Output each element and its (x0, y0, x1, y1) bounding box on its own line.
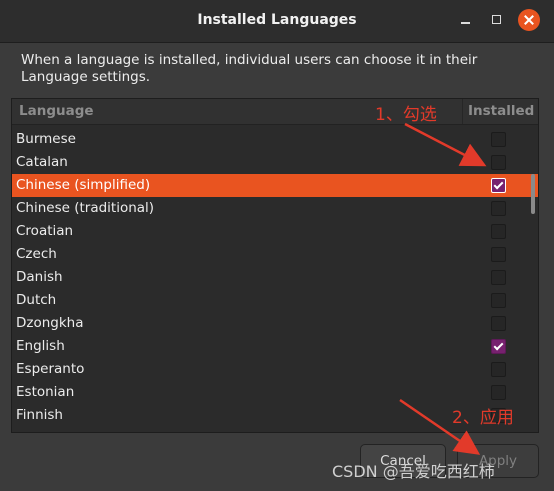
watermark: CSDN @吾爱吃西红柿 (332, 462, 495, 481)
arrow-to-checkbox (404, 122, 487, 167)
annotation-step1: 1、勾选 (375, 105, 437, 125)
annotation-step2: 2、应用 (452, 408, 514, 428)
